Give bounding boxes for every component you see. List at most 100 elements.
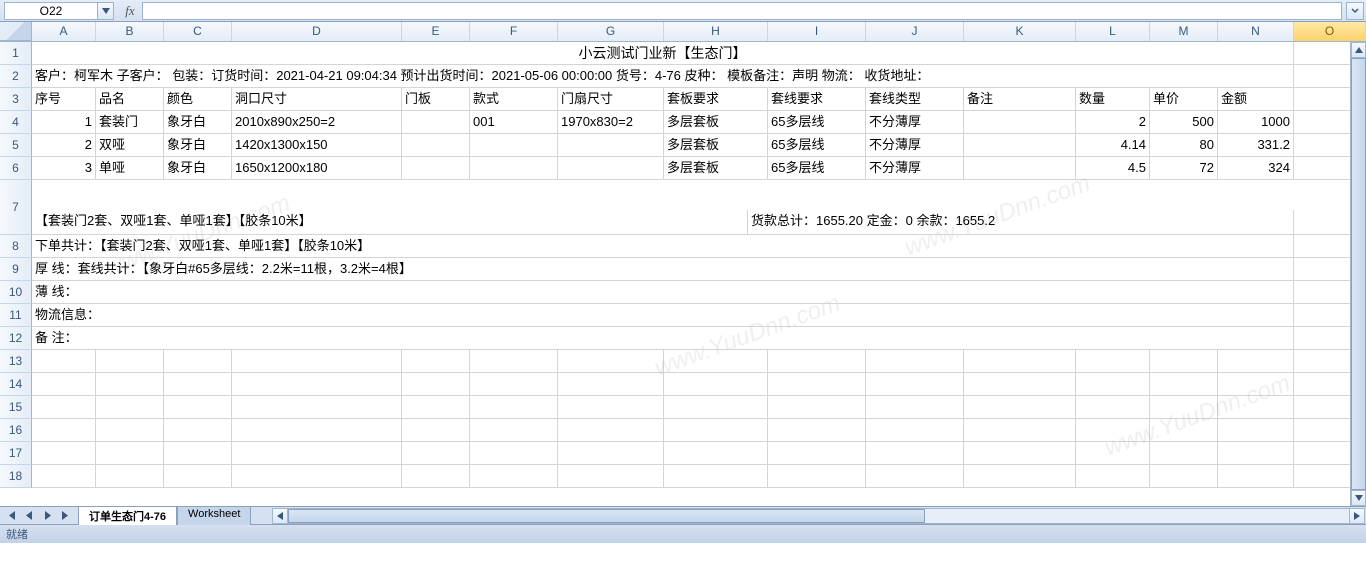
cell-N18[interactable] — [1218, 465, 1294, 488]
cell-B4[interactable]: 套装门 — [96, 111, 164, 134]
cell-C15[interactable] — [164, 396, 232, 419]
cell-F4[interactable]: 001 — [470, 111, 558, 134]
cell-C17[interactable] — [164, 442, 232, 465]
cell-I5[interactable]: 65多层线 — [768, 134, 866, 157]
cell-H17[interactable] — [664, 442, 768, 465]
col-header-H[interactable]: H — [664, 22, 768, 41]
cell-E17[interactable] — [402, 442, 470, 465]
cell-A12[interactable]: 备 注： — [32, 327, 1294, 350]
scroll-down-button[interactable] — [1351, 490, 1366, 506]
cell-G4[interactable]: 1970x830=2 — [558, 111, 664, 134]
sheet-tab-active[interactable]: 订单生态门4-76 — [78, 506, 177, 525]
cell-E16[interactable] — [402, 419, 470, 442]
scroll-left-button[interactable] — [272, 508, 288, 524]
cell-K15[interactable] — [964, 396, 1076, 419]
col-header-O[interactable]: O — [1294, 22, 1366, 41]
cell-I15[interactable] — [768, 396, 866, 419]
cell-B3[interactable]: 品名 — [96, 88, 164, 111]
cell-N13[interactable] — [1218, 350, 1294, 373]
cell-E5[interactable] — [402, 134, 470, 157]
col-header-F[interactable]: F — [470, 22, 558, 41]
cell-A16[interactable] — [32, 419, 96, 442]
row-header-3[interactable]: 3 — [0, 88, 32, 111]
cell-H6[interactable]: 多层套板 — [664, 157, 768, 180]
cell-M3[interactable]: 单价 — [1150, 88, 1218, 111]
row-header-14[interactable]: 14 — [0, 373, 32, 396]
formula-bar-expand[interactable] — [1346, 2, 1364, 20]
cell-M14[interactable] — [1150, 373, 1218, 396]
vscroll-thumb[interactable] — [1351, 58, 1366, 490]
cell-B5[interactable]: 双哑 — [96, 134, 164, 157]
col-header-A[interactable]: A — [32, 22, 96, 41]
col-header-K[interactable]: K — [964, 22, 1076, 41]
cell-L14[interactable] — [1076, 373, 1150, 396]
cell-G6[interactable] — [558, 157, 664, 180]
cell-J16[interactable] — [866, 419, 964, 442]
cell-L15[interactable] — [1076, 396, 1150, 419]
cell-F3[interactable]: 款式 — [470, 88, 558, 111]
cell-L3[interactable]: 数量 — [1076, 88, 1150, 111]
cell-K6[interactable] — [964, 157, 1076, 180]
tab-nav-first[interactable] — [2, 508, 20, 524]
col-header-G[interactable]: G — [558, 22, 664, 41]
col-header-I[interactable]: I — [768, 22, 866, 41]
cell-I17[interactable] — [768, 442, 866, 465]
cell-B13[interactable] — [96, 350, 164, 373]
cell-A18[interactable] — [32, 465, 96, 488]
col-header-J[interactable]: J — [866, 22, 964, 41]
formula-input[interactable] — [142, 2, 1342, 20]
cell-D14[interactable] — [232, 373, 402, 396]
cell-F17[interactable] — [470, 442, 558, 465]
cell-info[interactable]: 客户：柯军木 子客户： 包装：订货时间：2021-04-21 09:04:34 … — [32, 65, 1294, 88]
col-header-E[interactable]: E — [402, 22, 470, 41]
cell-J3[interactable]: 套线类型 — [866, 88, 964, 111]
cell-C16[interactable] — [164, 419, 232, 442]
row-header-2[interactable]: 2 — [0, 65, 32, 88]
row-header-16[interactable]: 16 — [0, 419, 32, 442]
cell-B18[interactable] — [96, 465, 164, 488]
cell-F13[interactable] — [470, 350, 558, 373]
sheet-tab-worksheet[interactable]: Worksheet — [177, 506, 251, 525]
cell-H3[interactable]: 套板要求 — [664, 88, 768, 111]
cell-N6[interactable]: 324 — [1218, 157, 1294, 180]
cell-I16[interactable] — [768, 419, 866, 442]
col-header-N[interactable]: N — [1218, 22, 1294, 41]
name-box-dropdown[interactable] — [98, 2, 114, 20]
cell-H5[interactable]: 多层套板 — [664, 134, 768, 157]
fx-button[interactable]: fx — [118, 1, 142, 21]
cell-I14[interactable] — [768, 373, 866, 396]
cell-C18[interactable] — [164, 465, 232, 488]
cell-H14[interactable] — [664, 373, 768, 396]
cell-G3[interactable]: 门扇尺寸 — [558, 88, 664, 111]
col-header-D[interactable]: D — [232, 22, 402, 41]
row-header-5[interactable]: 5 — [0, 134, 32, 157]
vertical-scrollbar[interactable] — [1350, 42, 1366, 506]
cell-I3[interactable]: 套线要求 — [768, 88, 866, 111]
cell-D3[interactable]: 洞口尺寸 — [232, 88, 402, 111]
cell-B14[interactable] — [96, 373, 164, 396]
cell-summary-left[interactable]: 【套装门2套、双哑1套、单哑1套】【胶条10米】 — [32, 210, 748, 235]
cell-G18[interactable] — [558, 465, 664, 488]
row-header-11[interactable]: 11 — [0, 304, 32, 327]
cell-K17[interactable] — [964, 442, 1076, 465]
row-header-6[interactable]: 6 — [0, 157, 32, 180]
cell-H18[interactable] — [664, 465, 768, 488]
cell-E14[interactable] — [402, 373, 470, 396]
cell-A4[interactable]: 1 — [32, 111, 96, 134]
cell-N15[interactable] — [1218, 396, 1294, 419]
cell-B16[interactable] — [96, 419, 164, 442]
row-header-17[interactable]: 17 — [0, 442, 32, 465]
tab-nav-prev[interactable] — [20, 508, 38, 524]
cell-N3[interactable]: 金额 — [1218, 88, 1294, 111]
cell-L18[interactable] — [1076, 465, 1150, 488]
cell-C14[interactable] — [164, 373, 232, 396]
cell-M17[interactable] — [1150, 442, 1218, 465]
cell-D16[interactable] — [232, 419, 402, 442]
cell-C5[interactable]: 象牙白 — [164, 134, 232, 157]
cell-E3[interactable]: 门板 — [402, 88, 470, 111]
cell-K4[interactable] — [964, 111, 1076, 134]
cell-C4[interactable]: 象牙白 — [164, 111, 232, 134]
cell-D18[interactable] — [232, 465, 402, 488]
cell-L17[interactable] — [1076, 442, 1150, 465]
cell-N14[interactable] — [1218, 373, 1294, 396]
